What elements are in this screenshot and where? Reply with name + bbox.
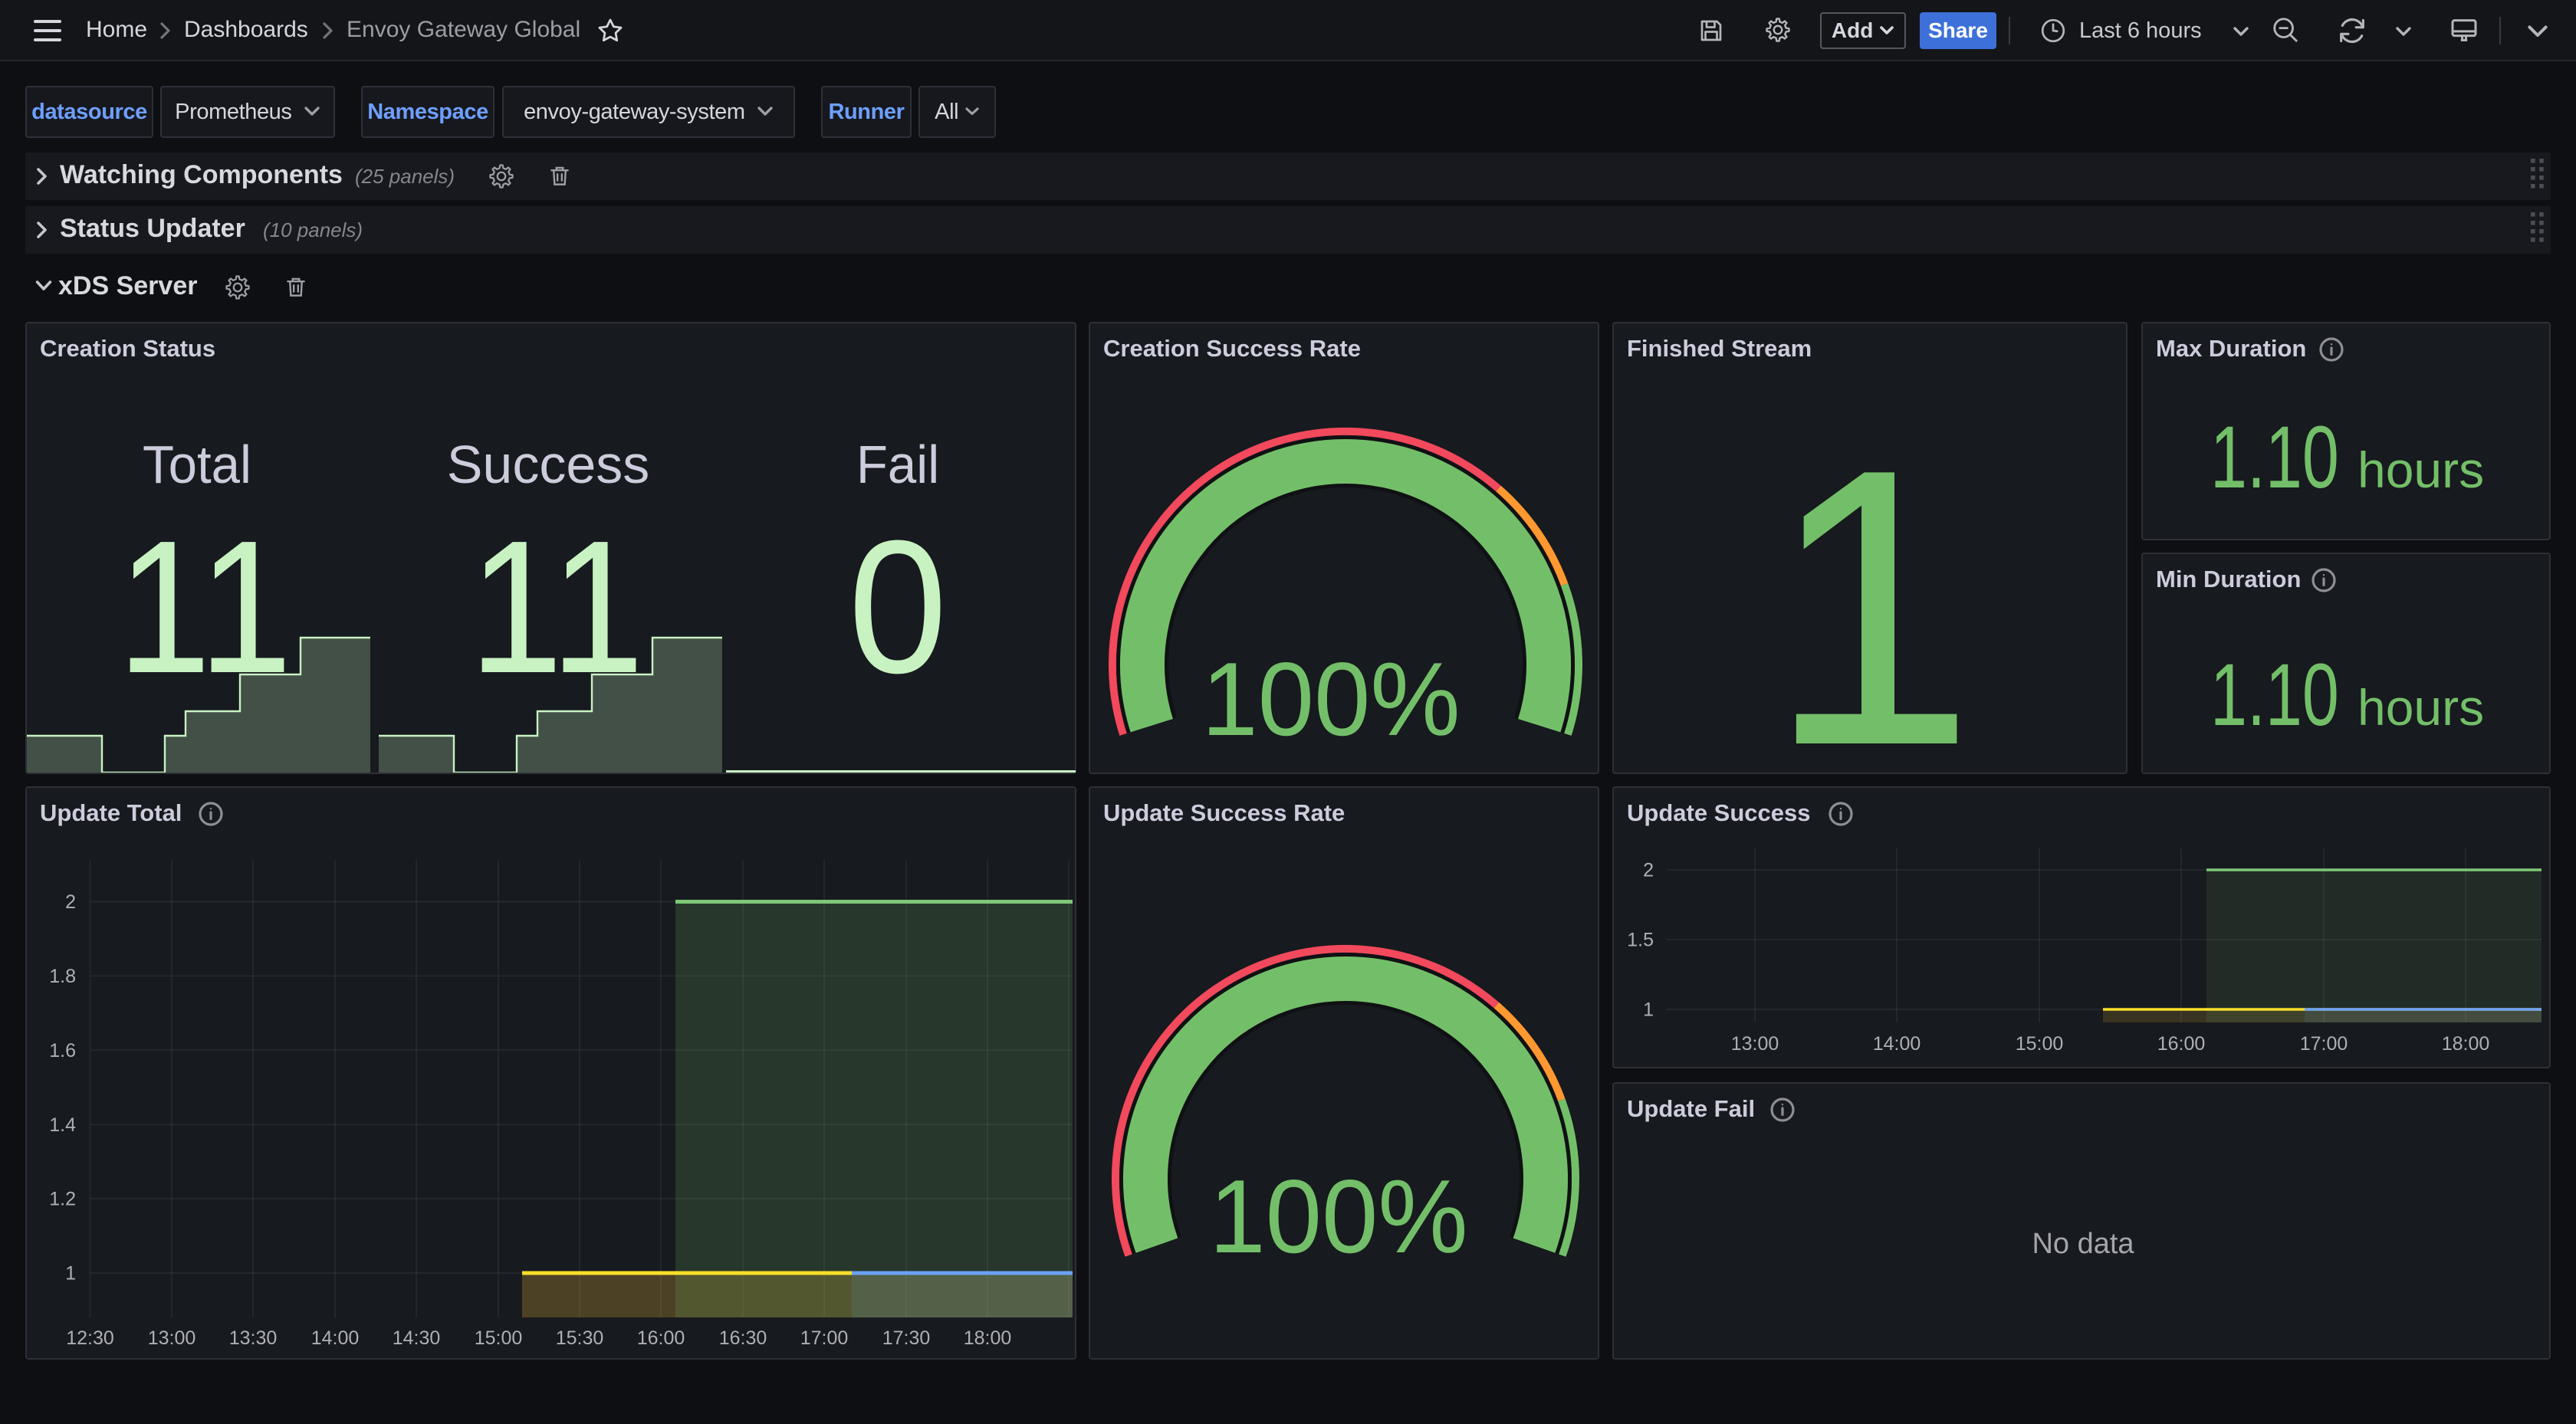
svg-text:13:00: 13:00 <box>148 1327 196 1349</box>
svg-text:12:30: 12:30 <box>66 1327 114 1349</box>
svg-text:1.4: 1.4 <box>49 1114 76 1136</box>
svg-text:15:00: 15:00 <box>2016 1033 2064 1055</box>
svg-text:14:00: 14:00 <box>1873 1033 1921 1055</box>
svg-text:Success: Success <box>447 435 650 494</box>
svg-text:18:00: 18:00 <box>964 1327 1012 1349</box>
svg-text:hours: hours <box>2358 441 2484 498</box>
svg-text:13:30: 13:30 <box>229 1327 278 1349</box>
svg-text:0: 0 <box>848 500 947 712</box>
svg-text:13:00: 13:00 <box>1731 1033 1779 1055</box>
svg-text:16:00: 16:00 <box>637 1327 685 1349</box>
svg-text:15:00: 15:00 <box>475 1327 523 1349</box>
svg-text:Fail: Fail <box>856 435 939 495</box>
svg-text:1.5: 1.5 <box>1627 929 1654 950</box>
svg-text:16:00: 16:00 <box>2157 1033 2206 1055</box>
svg-text:1: 1 <box>1768 386 1975 773</box>
svg-text:14:00: 14:00 <box>311 1327 360 1349</box>
svg-text:1.2: 1.2 <box>49 1189 76 1210</box>
svg-text:Total: Total <box>143 435 251 495</box>
svg-text:1.6: 1.6 <box>49 1040 76 1061</box>
svg-text:2: 2 <box>65 891 76 913</box>
svg-text:1.10: 1.10 <box>2210 408 2339 507</box>
svg-text:hours: hours <box>2358 679 2484 736</box>
svg-text:1.8: 1.8 <box>49 966 76 987</box>
svg-text:18:00: 18:00 <box>2442 1033 2490 1055</box>
svg-text:1.10: 1.10 <box>2210 645 2339 744</box>
svg-text:15:30: 15:30 <box>556 1327 604 1349</box>
svg-text:2: 2 <box>1643 859 1654 881</box>
svg-text:16:30: 16:30 <box>719 1327 767 1349</box>
svg-text:11: 11 <box>117 500 292 713</box>
svg-text:17:00: 17:00 <box>800 1327 849 1349</box>
svg-text:14:30: 14:30 <box>393 1327 441 1349</box>
svg-text:17:30: 17:30 <box>882 1327 931 1349</box>
svg-text:17:00: 17:00 <box>2300 1033 2348 1055</box>
svg-text:11: 11 <box>469 500 644 713</box>
svg-text:1: 1 <box>65 1263 76 1285</box>
svg-text:1: 1 <box>1643 999 1654 1020</box>
svg-text:100%: 100% <box>1209 1159 1467 1275</box>
svg-text:100%: 100% <box>1201 641 1460 757</box>
